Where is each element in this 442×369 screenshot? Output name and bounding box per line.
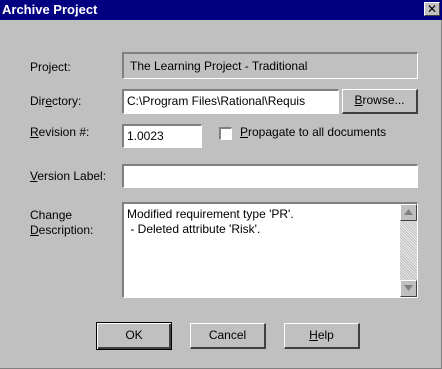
directory-field[interactable]: C:\Program Files\Rational\Requis [122,89,339,114]
revision-value: 1.0023 [127,129,164,143]
browse-button[interactable]: Browse... [342,89,418,114]
change-label-line2: Description: [30,223,94,237]
change-description-textarea[interactable]: Modified requirement type 'PR'. - Delete… [122,202,418,298]
description-line-1: Modified requirement type 'PR'. [127,207,294,221]
scroll-down-button[interactable] [400,280,417,297]
project-label: Project: [30,60,71,74]
propagate-checkbox[interactable] [219,127,232,140]
close-button[interactable]: ✕ [424,2,440,16]
project-name-value: The Learning Project - Traditional [130,59,308,73]
directory-value: C:\Program Files\Rational\Requis [127,94,306,108]
title-bar[interactable]: Archive Project ✕ [0,0,442,20]
project-name-field: The Learning Project - Traditional [122,52,418,79]
triangle-up-icon [404,209,413,215]
change-label-line1: Change [30,208,73,222]
help-button[interactable]: Help [284,323,360,349]
directory-label: Directory: [30,94,82,108]
dialog-title: Archive Project [2,2,98,17]
ok-button[interactable]: OK [96,322,172,350]
triangle-down-icon [404,285,413,291]
version-label: Version Label: [30,169,107,183]
description-line-2: - Deleted attribute 'Risk'. [127,222,261,236]
propagate-label[interactable]: Propagate to all documents [240,125,386,139]
revision-label: Revision #: [30,125,90,139]
vertical-scrollbar[interactable] [400,204,417,297]
cancel-button[interactable]: Cancel [190,323,266,349]
scroll-up-button[interactable] [400,204,417,221]
version-label-field[interactable] [122,164,418,188]
archive-project-dialog: Archive Project ✕ Project: The Learning … [0,0,442,369]
revision-field[interactable]: 1.0023 [122,124,202,148]
close-icon: ✕ [426,2,438,16]
